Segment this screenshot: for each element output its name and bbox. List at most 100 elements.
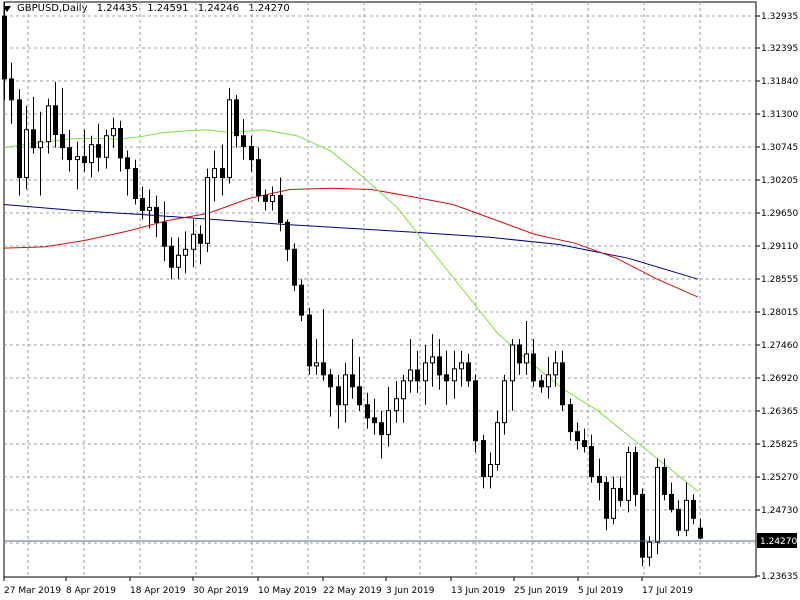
candle-bear (299, 284, 304, 316)
candle-bull (38, 141, 43, 149)
candle-bear (379, 422, 384, 436)
price-axis: 1.32935 1.32395 1.31840 1.31300 1.30745 1.302… (756, 12, 798, 582)
candle-bear (691, 499, 696, 519)
x-tick-label: 18 Apr 2019 (130, 586, 186, 596)
candle-bull (314, 362, 319, 367)
candle-bear (336, 386, 341, 406)
candle-bull (510, 344, 515, 382)
x-tick-label: 3 Jun 2019 (386, 586, 435, 596)
x-tick-label: 8 Apr 2019 (66, 586, 116, 596)
candle-bear (169, 245, 174, 268)
candle-bull (183, 248, 188, 256)
candle-bull (502, 380, 507, 424)
x-tick-label: 17 Jul 2019 (642, 586, 693, 596)
ma-mid-line (3, 187, 699, 298)
candle-bear (96, 144, 101, 158)
candle-bear (604, 481, 609, 519)
x-tick-label: 13 Jun 2019 (451, 586, 505, 596)
candle-bear (234, 99, 239, 137)
candle-bear (633, 452, 638, 495)
candle-bull (495, 422, 500, 466)
candle-bear (2, 15, 7, 80)
candle-bull (611, 487, 616, 519)
candle-bull (401, 380, 406, 400)
candle-bear (560, 362, 565, 406)
y-tick-label: 1.29650 (761, 209, 798, 219)
y-tick-label: 1.23635 (761, 572, 798, 582)
y-tick-label: 1.26365 (761, 407, 798, 417)
candle-bear (285, 221, 290, 250)
candle-bull (626, 452, 631, 501)
candle-bear (53, 105, 58, 136)
candle-bear (263, 194, 268, 202)
candle-bear (539, 380, 544, 388)
candle-bear (473, 380, 478, 442)
candle-bear (415, 369, 420, 382)
candle-bear (350, 374, 355, 388)
candle-bear (372, 417, 377, 424)
candle-bull (147, 206, 152, 211)
candle-bull (75, 156, 80, 161)
y-tick-label: 1.30745 (761, 143, 798, 153)
x-tick-label: 27 Mar 2019 (4, 586, 61, 596)
time-axis: 27 Mar 2019 8 Apr 2019 18 Apr 2019 30 Apr 2… (3, 577, 693, 596)
candle-bear (198, 233, 203, 244)
candle-bear (444, 374, 449, 382)
x-tick-label: 5 Jul 2019 (578, 586, 623, 596)
x-tick-label: 25 Jun 2019 (514, 586, 568, 596)
candle-bear (241, 135, 246, 147)
y-tick-label: 1.28555 (761, 275, 798, 285)
candle-bear (67, 147, 72, 161)
candle-bear (118, 128, 123, 159)
y-tick-label: 1.30205 (761, 176, 798, 186)
y-tick-label: 1.32395 (761, 44, 798, 54)
current-price-label: 1.24270 (760, 537, 797, 547)
candle-bear (466, 362, 471, 382)
candle-bear (60, 134, 65, 149)
y-tick-label: 1.26920 (761, 374, 798, 384)
candle-bear (256, 159, 261, 196)
candle-bull (111, 128, 116, 137)
candle-bear (582, 440, 587, 448)
candle-bull (191, 233, 196, 250)
y-tick-label: 1.32935 (761, 12, 798, 22)
candle-bull (386, 410, 391, 436)
candle-bear (140, 197, 145, 211)
candle-bear (589, 446, 594, 477)
candle-bull (546, 374, 551, 388)
candle-bear (640, 493, 645, 558)
y-tick-label: 1.31840 (761, 77, 798, 87)
candle-bull (394, 398, 399, 412)
grid (4, 2, 756, 577)
candle-bull (89, 144, 94, 164)
candle-bear (669, 493, 674, 510)
candle-bull (227, 99, 232, 179)
candle-bull (488, 464, 493, 477)
y-tick-label: 1.31300 (761, 110, 798, 120)
candle-bear (133, 168, 138, 199)
y-tick-label: 1.24730 (761, 506, 798, 516)
candle-bear (575, 431, 580, 442)
ma-fast-line (3, 129, 231, 149)
candle-bear (662, 466, 667, 495)
candle-bear (568, 404, 573, 433)
candle-bear (125, 157, 130, 170)
candle-bull (430, 356, 435, 364)
candles (2, 3, 703, 567)
candle-bear (31, 129, 36, 149)
candle-bull (270, 194, 275, 202)
candle-bull (205, 177, 210, 244)
y-tick-label: 1.25825 (761, 440, 798, 450)
candle-bull (684, 499, 689, 531)
candle-bear (9, 78, 14, 101)
candle-bear (17, 99, 22, 179)
candle-bull (647, 541, 652, 558)
candle-bull (343, 374, 348, 406)
candle-bear (597, 475, 602, 483)
price-chart[interactable]: 1.32935 1.32395 1.31840 1.31300 1.30745 1.302… (0, 0, 800, 600)
candle-bull (104, 135, 109, 158)
candle-bear (481, 440, 486, 477)
plot-frame (3, 1, 757, 578)
candle-bull (176, 254, 181, 268)
x-tick-label: 10 May 2019 (258, 586, 317, 596)
